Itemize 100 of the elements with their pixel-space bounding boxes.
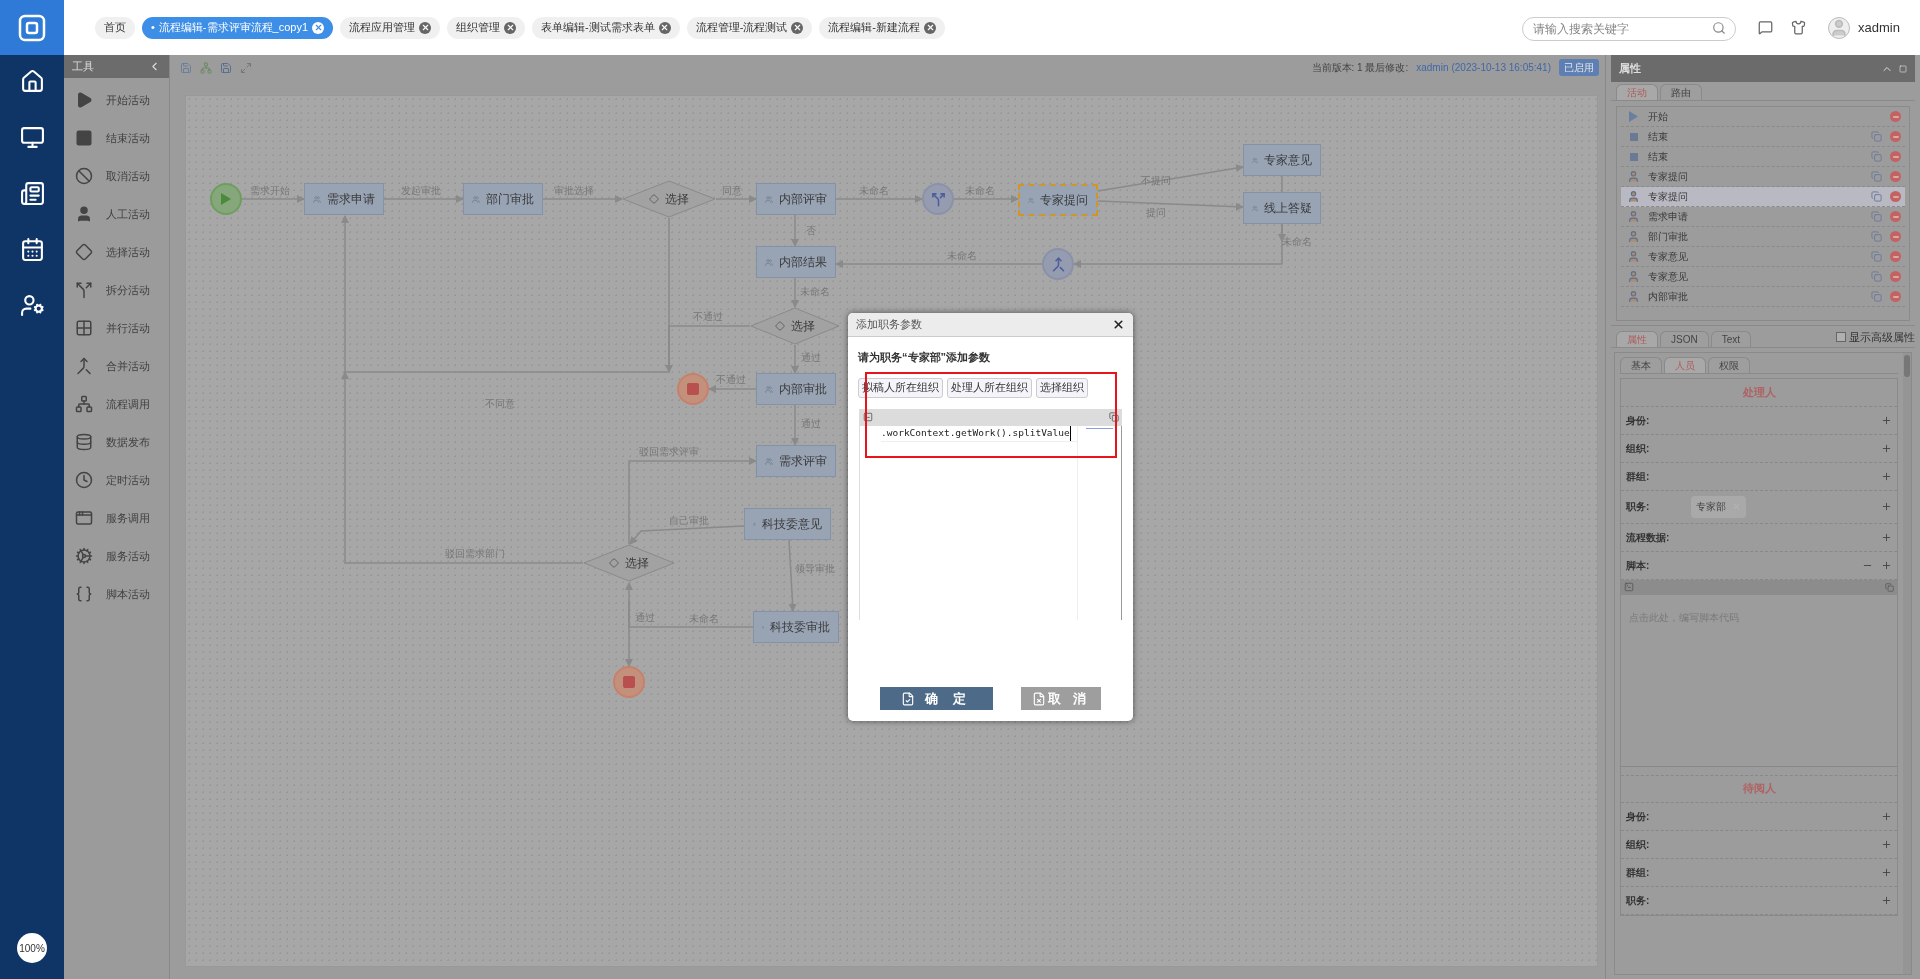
search-icon[interactable] <box>1712 20 1727 35</box>
task-node[interactable]: 科技委审批 <box>753 611 839 643</box>
panel-tab[interactable]: 权限 <box>1708 356 1750 373</box>
remove-icon[interactable] <box>1890 231 1901 242</box>
merge-node[interactable] <box>1042 248 1074 280</box>
add-icon[interactable] <box>1881 442 1892 454</box>
calendar-icon[interactable] <box>19 237 45 262</box>
end-node[interactable] <box>613 666 645 698</box>
chat-icon[interactable] <box>1758 20 1774 35</box>
advanced-checkbox[interactable]: 显示高级属性 <box>1836 329 1915 346</box>
tag-chip[interactable]: 专家部 <box>1691 495 1746 518</box>
tool-item[interactable]: 选择活动 <box>64 233 169 271</box>
activity-row[interactable]: 专家意见 <box>1621 267 1905 287</box>
remove-icon[interactable] <box>1890 271 1901 282</box>
avatar[interactable] <box>1828 16 1851 39</box>
restore-icon[interactable] <box>1109 412 1119 422</box>
add-icon[interactable] <box>1881 559 1892 571</box>
app-logo[interactable] <box>0 0 64 55</box>
status-button[interactable]: 已启用 <box>1559 59 1599 76</box>
tool-item[interactable]: 开始活动 <box>64 81 169 119</box>
search-field[interactable]: 请输入搜索关键字 <box>1522 16 1737 41</box>
add-icon[interactable] <box>1881 810 1892 822</box>
activity-row[interactable]: 内部审批 <box>1621 287 1905 307</box>
activity-row[interactable]: 结束 <box>1621 127 1905 147</box>
task-node[interactable]: 专家提问 <box>1018 184 1098 216</box>
activity-row[interactable]: 结束 <box>1621 147 1905 167</box>
zoom-badge[interactable]: 100% <box>17 933 47 963</box>
restore-icon[interactable] <box>1885 582 1894 592</box>
tool-item[interactable]: 数据发布 <box>64 423 169 461</box>
add-icon[interactable] <box>1881 866 1892 878</box>
terminal-icon[interactable] <box>863 412 873 422</box>
end-node[interactable] <box>677 373 709 405</box>
copy-icon[interactable] <box>1871 291 1882 302</box>
remove-icon[interactable] <box>1890 171 1901 182</box>
panel-tab[interactable]: 基本 <box>1620 356 1662 373</box>
expand-icon[interactable] <box>240 61 252 74</box>
tool-item[interactable]: 服务调用 <box>64 499 169 537</box>
remove-icon[interactable] <box>1890 111 1901 122</box>
news-icon[interactable] <box>19 181 45 206</box>
copy-icon[interactable] <box>1871 271 1882 282</box>
add-icon[interactable] <box>1881 838 1892 850</box>
tool-item[interactable]: 脚本活动 <box>64 575 169 613</box>
page-tab[interactable]: 首页 <box>95 16 135 39</box>
copy-icon[interactable] <box>1871 171 1882 182</box>
task-node[interactable]: 内部评审 <box>756 183 836 215</box>
task-node[interactable]: 线上答疑 <box>1243 192 1321 224</box>
tool-item[interactable]: 拆分活动 <box>64 271 169 309</box>
code-editor[interactable]: .workContext.getWork().splitValue <box>860 425 1078 620</box>
save-icon[interactable] <box>220 61 232 74</box>
remove-icon[interactable] <box>1890 151 1901 162</box>
network-icon[interactable] <box>200 61 212 74</box>
tool-item[interactable]: 流程调用 <box>64 385 169 423</box>
copy-icon[interactable] <box>1871 211 1882 222</box>
task-node[interactable]: 需求申请 <box>304 183 384 215</box>
add-icon[interactable] <box>1881 894 1892 906</box>
remove-icon[interactable] <box>1890 251 1901 262</box>
activity-row[interactable]: 专家提问 <box>1621 187 1905 207</box>
org-button[interactable]: 选择组织 <box>1036 377 1088 398</box>
page-tab[interactable]: • 流程编辑-需求评审流程_copy1 <box>142 16 333 39</box>
add-icon[interactable] <box>1881 531 1892 543</box>
page-tab[interactable]: 流程应用管理 <box>340 16 440 39</box>
cancel-button[interactable]: 取 消 <box>1021 687 1101 710</box>
tool-item[interactable]: 结束活动 <box>64 119 169 157</box>
remove-icon[interactable] <box>1890 131 1901 142</box>
panel-tab[interactable]: 路由 <box>1660 84 1702 100</box>
page-tab[interactable]: 流程编辑-新建流程 <box>819 16 945 39</box>
copy-icon[interactable] <box>1871 231 1882 242</box>
page-tab[interactable]: 组织管理 <box>447 16 525 39</box>
decision-node[interactable]: 选择 <box>583 544 675 582</box>
copy-icon[interactable] <box>1871 251 1882 262</box>
remove-icon[interactable] <box>1890 211 1901 222</box>
task-node[interactable]: 内部结果 <box>756 246 836 278</box>
activity-row[interactable]: 专家意见 <box>1621 247 1905 267</box>
copy-icon[interactable] <box>1871 191 1882 202</box>
shirt-icon[interactable] <box>1791 20 1807 35</box>
confirm-button[interactable]: 确 定 <box>880 687 993 710</box>
tool-item[interactable]: 人工活动 <box>64 195 169 233</box>
tool-item[interactable]: 并行活动 <box>64 309 169 347</box>
start-node[interactable] <box>210 183 242 215</box>
home-icon[interactable] <box>19 69 45 94</box>
panel-tab[interactable]: JSON <box>1660 330 1709 347</box>
remove-icon[interactable] <box>1890 291 1901 302</box>
decision-node[interactable]: 选择 <box>622 180 716 218</box>
maximize-icon[interactable] <box>1899 64 1907 73</box>
remove-icon[interactable] <box>1890 191 1901 202</box>
activity-row[interactable]: 需求申请 <box>1621 207 1905 227</box>
tool-item[interactable]: 取消活动 <box>64 157 169 195</box>
scrollbar[interactable] <box>1903 352 1911 974</box>
copy-icon[interactable] <box>1871 151 1882 162</box>
task-node[interactable]: 部门审批 <box>463 183 543 215</box>
user-name[interactable]: xadmin <box>1858 17 1900 38</box>
add-icon[interactable] <box>1881 501 1892 512</box>
org-button[interactable]: 处理人所在组织 <box>947 377 1032 398</box>
terminal-icon[interactable] <box>1624 582 1634 592</box>
task-node[interactable]: 内部审批 <box>756 373 836 405</box>
tool-item[interactable]: 服务活动 <box>64 537 169 575</box>
monitor-icon[interactable] <box>19 125 45 150</box>
add-icon[interactable] <box>1881 470 1892 482</box>
activity-row[interactable]: 开始 <box>1621 107 1905 127</box>
page-tab[interactable]: 表单编辑-测试需求表单 <box>532 16 680 39</box>
